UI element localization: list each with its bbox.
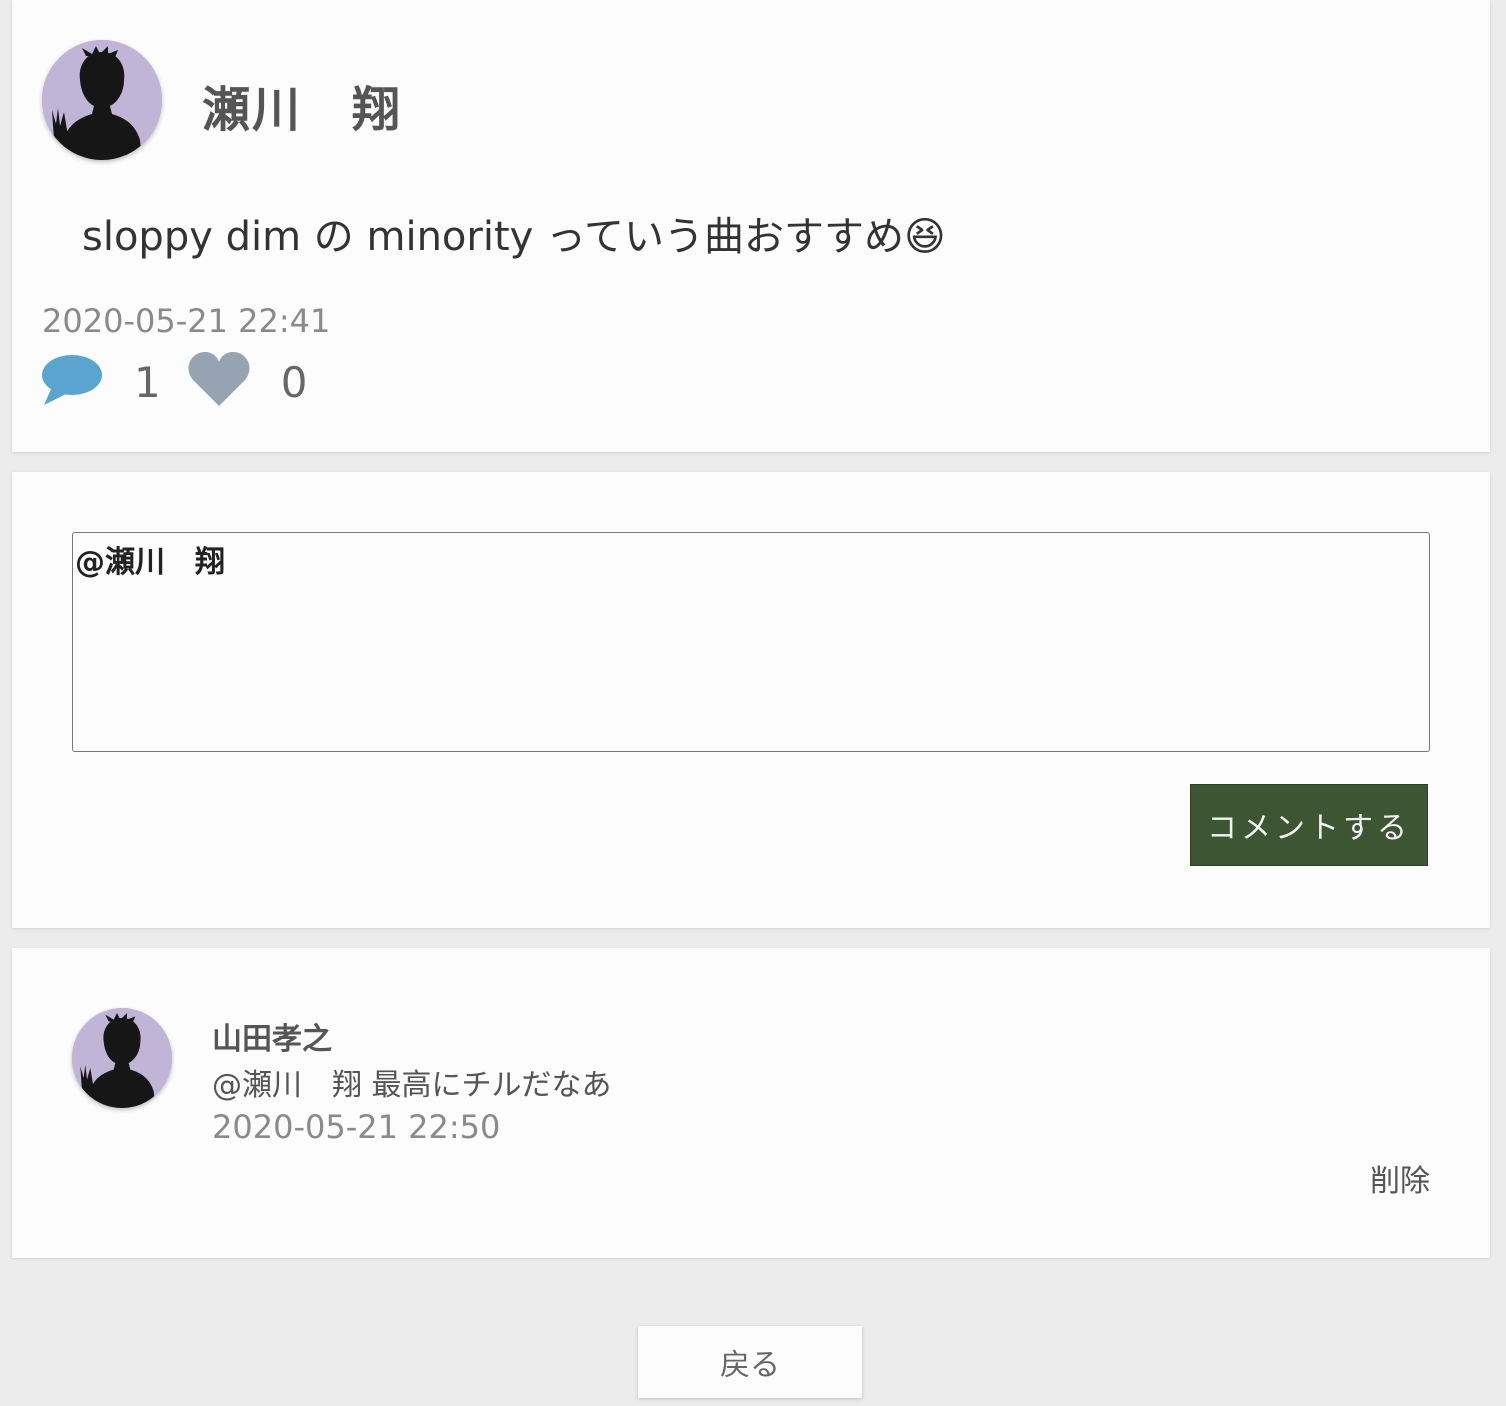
comment-text: @瀬川 翔 最高にチルだなあ <box>212 1068 612 1103</box>
post-stats: 1 0 <box>40 352 333 412</box>
heart-icon[interactable] <box>187 352 251 412</box>
comment-card: 山田孝之 @瀬川 翔 最高にチルだなあ 2020-05-21 22:50 削除 <box>12 948 1490 1258</box>
speech-bubble-icon[interactable] <box>40 351 104 413</box>
comment-submit-button[interactable]: コメントする <box>1190 784 1428 866</box>
user-silhouette-icon <box>72 1008 172 1108</box>
comment-textarea[interactable]: @瀬川 翔 <box>72 532 1430 752</box>
post-author-avatar[interactable] <box>42 40 162 160</box>
like-count: 0 <box>280 357 308 407</box>
comment-delete-link[interactable]: 削除 <box>1370 1156 1430 1200</box>
post-card: 瀬川 翔 sloppy dim の minority っていう曲おすすめ😆 20… <box>12 0 1490 452</box>
comment-author-name[interactable]: 山田孝之 <box>212 1014 332 1058</box>
comment-author-avatar[interactable] <box>72 1008 172 1108</box>
post-body-text: sloppy dim の minority っていう曲おすすめ😆 <box>82 214 946 260</box>
comment-timestamp: 2020-05-21 22:50 <box>212 1108 501 1146</box>
post-timestamp: 2020-05-21 22:41 <box>42 302 331 340</box>
back-button[interactable]: 戻る <box>638 1326 862 1398</box>
user-silhouette-icon <box>42 40 162 160</box>
comment-form-card: @瀬川 翔 コメントする <box>12 472 1490 928</box>
post-author-name[interactable]: 瀬川 翔 <box>202 70 402 140</box>
comment-count: 1 <box>134 357 161 407</box>
